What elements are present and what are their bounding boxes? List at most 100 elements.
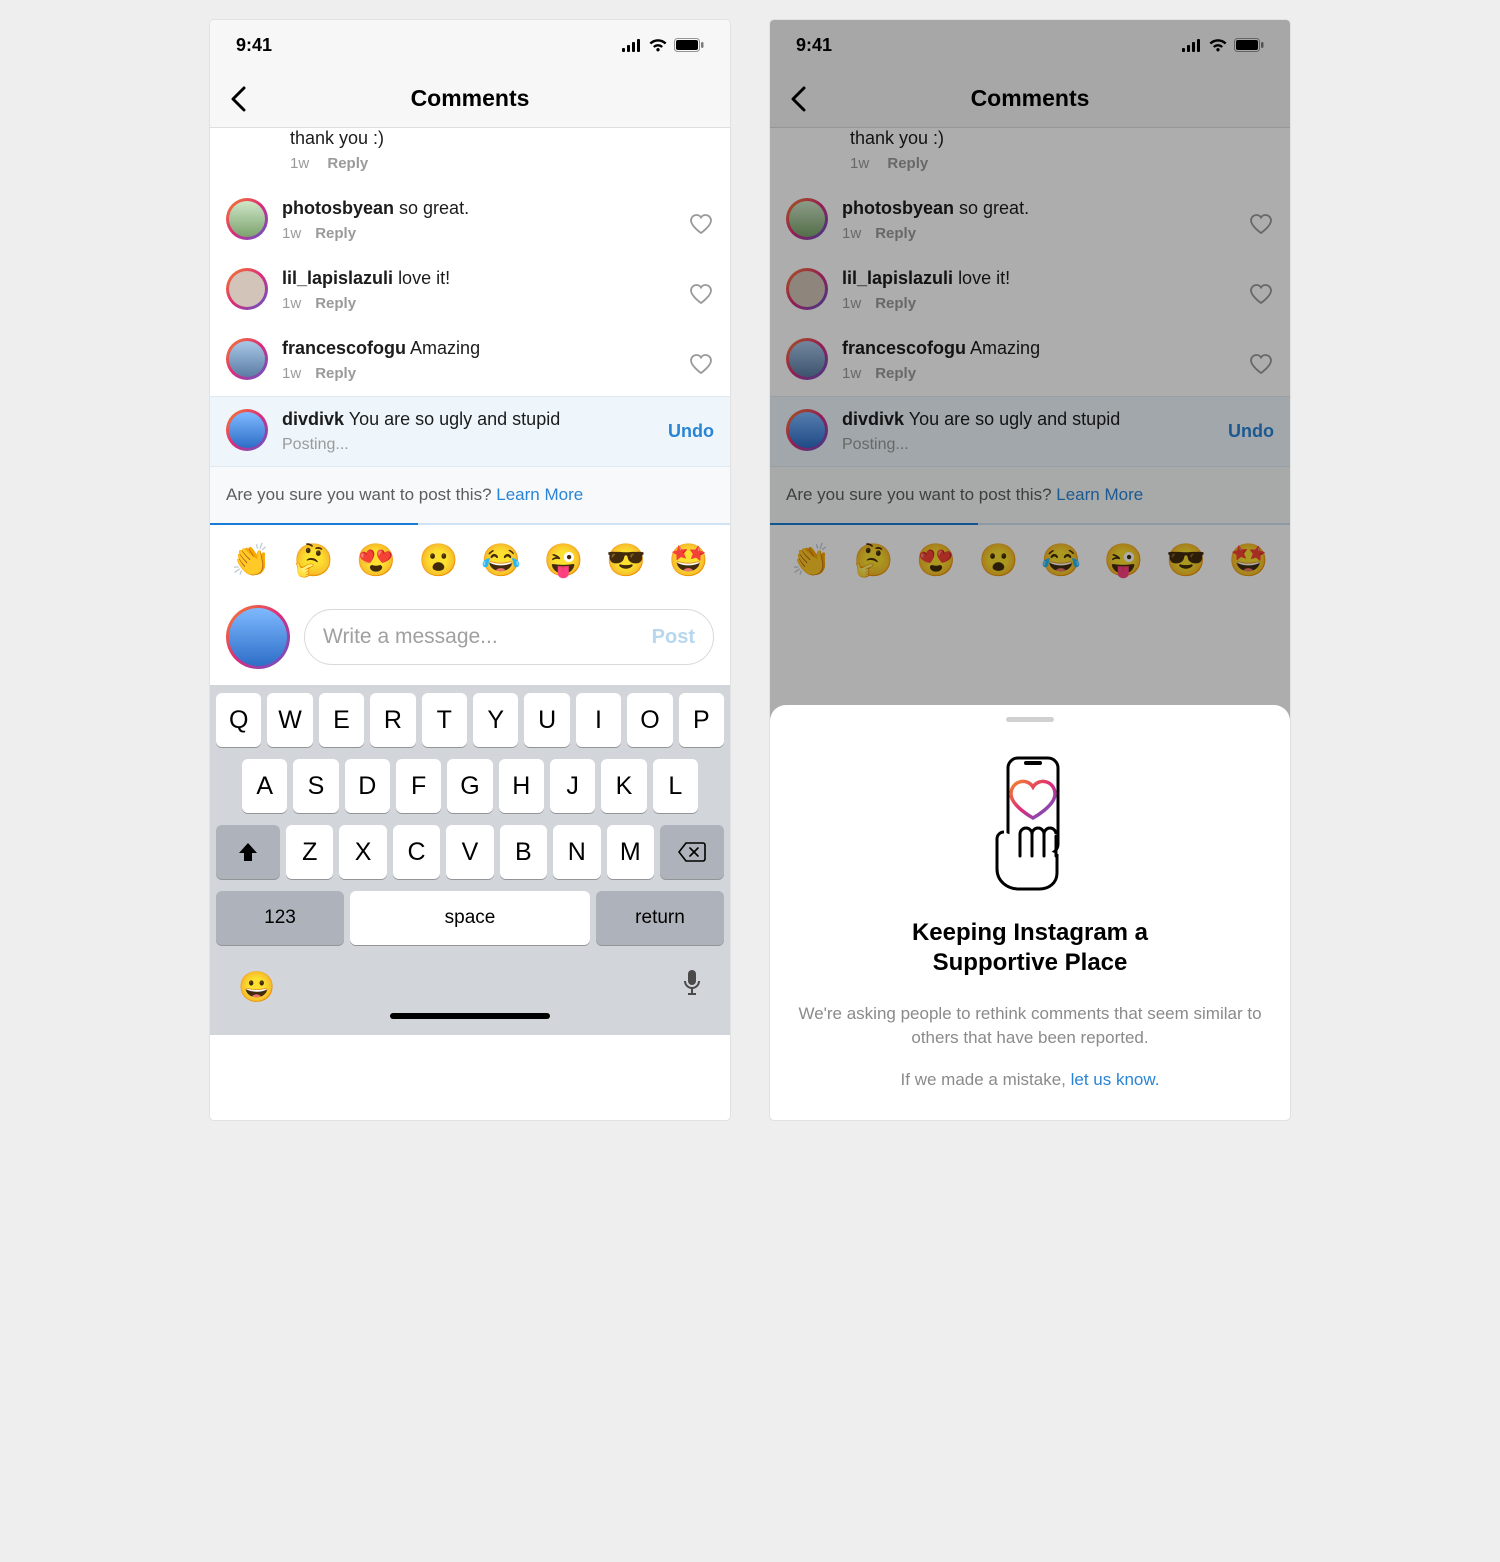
home-indicator[interactable] (390, 1013, 550, 1019)
key-y[interactable]: Y (473, 693, 518, 747)
comment-username: francescofogu (282, 338, 406, 358)
back-button[interactable] (210, 71, 266, 127)
keyboard-row-2: ASDFGHJKL (216, 759, 724, 813)
key-o[interactable]: O (627, 693, 672, 747)
bottom-sheet: Keeping Instagram a Supportive Place We'… (770, 705, 1290, 1120)
wifi-icon (648, 38, 668, 52)
numbers-key[interactable]: 123 (216, 891, 344, 945)
reply-button[interactable]: Reply (315, 295, 356, 312)
comments-scroll[interactable]: thank you :) 1w Reply photosbyean so gre… (210, 128, 730, 1120)
key-c[interactable]: C (393, 825, 440, 879)
key-h[interactable]: H (499, 759, 544, 813)
comment-message: Amazing (410, 338, 480, 358)
let-us-know-link[interactable]: let us know. (1071, 1070, 1160, 1089)
emoji-keyboard-icon[interactable]: 😀 (238, 970, 275, 1005)
comment-meta: 1w Reply (282, 359, 676, 396)
like-button[interactable] (690, 214, 714, 238)
key-b[interactable]: B (500, 825, 547, 879)
learn-more-link[interactable]: Learn More (496, 485, 583, 504)
key-n[interactable]: N (553, 825, 600, 879)
emoji-quick-🤩[interactable]: 🤩 (669, 541, 709, 579)
cellular-icon (622, 39, 642, 52)
key-r[interactable]: R (370, 693, 415, 747)
avatar[interactable] (226, 338, 268, 380)
reply-button[interactable]: Reply (315, 225, 356, 242)
key-l[interactable]: L (653, 759, 698, 813)
comments-list: photosbyean so great.1wReplylil_lapislaz… (210, 186, 730, 396)
shift-key[interactable] (216, 825, 280, 879)
key-q[interactable]: Q (216, 693, 261, 747)
nav-bar: Comments (210, 70, 730, 128)
key-v[interactable]: V (446, 825, 493, 879)
partial-time: 1w (290, 155, 309, 172)
comment-time: 1w (282, 365, 301, 382)
sheet-mistake-prefix: If we made a mistake, (901, 1070, 1071, 1089)
key-u[interactable]: U (524, 693, 569, 747)
post-button[interactable]: Post (652, 626, 695, 649)
emoji-quick-👏[interactable]: 👏 (231, 541, 271, 579)
status-icons (622, 38, 704, 52)
key-w[interactable]: W (267, 693, 312, 747)
backspace-key[interactable] (660, 825, 724, 879)
battery-icon (674, 38, 704, 52)
key-t[interactable]: T (422, 693, 467, 747)
sheet-title-line1: Keeping Instagram a (798, 918, 1262, 948)
emoji-quick-😮[interactable]: 😮 (419, 541, 459, 579)
key-e[interactable]: E (319, 693, 364, 747)
undo-button[interactable]: Undo (668, 421, 714, 442)
key-k[interactable]: K (601, 759, 646, 813)
sheet-title-line2: Supportive Place (798, 948, 1262, 978)
comment-username: lil_lapislazuli (282, 268, 393, 288)
key-x[interactable]: X (339, 825, 386, 879)
comment-message: love it! (398, 268, 450, 288)
comment-text: francescofogu Amazing (282, 338, 676, 359)
return-key[interactable]: return (596, 891, 724, 945)
emoji-quick-😜[interactable]: 😜 (544, 541, 584, 579)
key-s[interactable]: S (293, 759, 338, 813)
comment-time: 1w (282, 225, 301, 242)
avatar[interactable] (226, 268, 268, 310)
key-p[interactable]: P (679, 693, 724, 747)
comment-meta: 1w Reply (282, 219, 676, 256)
key-f[interactable]: F (396, 759, 441, 813)
key-j[interactable]: J (550, 759, 595, 813)
emoji-quick-😎[interactable]: 😎 (606, 541, 646, 579)
pending-message: You are so ugly and stupid (349, 409, 561, 429)
like-button[interactable] (690, 354, 714, 378)
comment-message: so great. (399, 198, 469, 218)
keyboard-row-3: ZXCVBNM (216, 825, 724, 879)
comment-text: photosbyean so great. (282, 198, 676, 219)
comment-time: 1w (282, 295, 301, 312)
key-z[interactable]: Z (286, 825, 333, 879)
key-d[interactable]: D (345, 759, 390, 813)
key-i[interactable]: I (576, 693, 621, 747)
key-g[interactable]: G (447, 759, 492, 813)
emoji-quick-😍[interactable]: 😍 (356, 541, 396, 579)
avatar[interactable] (226, 409, 268, 451)
reply-button[interactable]: Reply (315, 365, 356, 382)
status-bar: 9:41 (210, 20, 730, 70)
sheet-title: Keeping Instagram a Supportive Place (798, 918, 1262, 978)
warning-bar: Are you sure you want to post this? Lear… (210, 467, 730, 525)
emoji-quick-😂[interactable]: 😂 (481, 541, 521, 579)
status-time: 9:41 (236, 35, 272, 56)
key-m[interactable]: M (607, 825, 654, 879)
partial-comment-meta: 1w Reply (210, 149, 730, 186)
compose-placeholder: Write a message... (323, 625, 498, 649)
emoji-quick-row: 👏 🤔 😍 😮 😂 😜 😎 🤩 (210, 525, 730, 595)
pending-status: Posting... (282, 430, 654, 454)
key-a[interactable]: A (242, 759, 287, 813)
pending-username: divdivk (282, 409, 344, 429)
composer-avatar[interactable] (226, 605, 290, 669)
comment-row: lil_lapislazuli love it! 1w Reply (210, 256, 730, 326)
like-button[interactable] (690, 284, 714, 308)
phone-left: 9:41 Comments thank you :) (210, 20, 730, 1120)
sheet-handle[interactable] (1006, 717, 1054, 722)
compose-field[interactable]: Write a message... Post (304, 609, 714, 665)
space-key[interactable]: space (350, 891, 590, 945)
emoji-quick-🤔[interactable]: 🤔 (294, 541, 334, 579)
partial-reply-button[interactable]: Reply (327, 155, 368, 172)
dictation-icon[interactable] (682, 969, 702, 1005)
avatar[interactable] (226, 198, 268, 240)
comment-row: francescofogu Amazing 1w Reply (210, 326, 730, 396)
